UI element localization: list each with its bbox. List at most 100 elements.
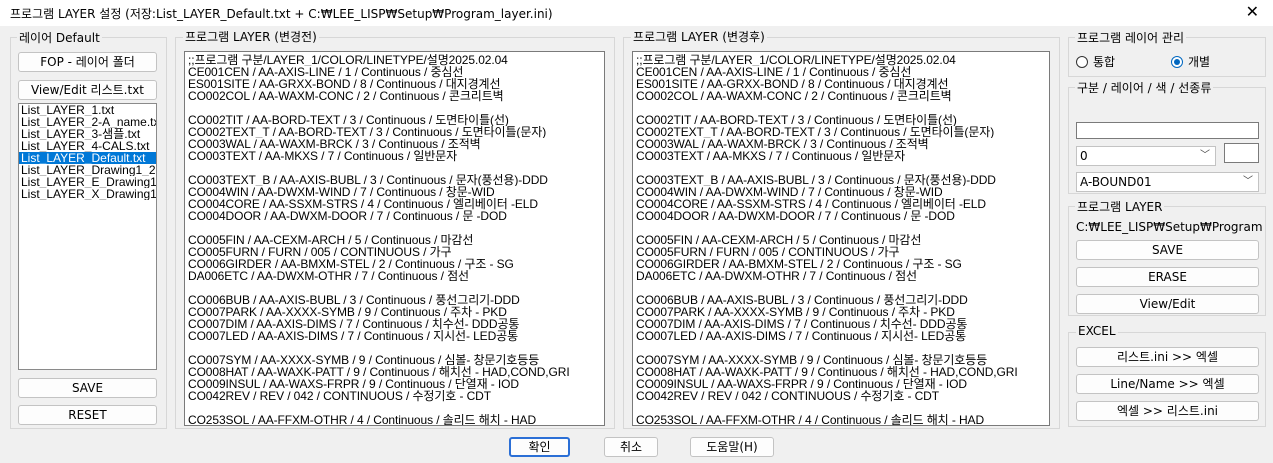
chevron-down-icon: ﹀ <box>1243 176 1253 187</box>
before-title: 프로그램 LAYER (변경전) <box>183 28 319 45</box>
layer-combo-value: A-BOUND01 <box>1080 175 1152 189</box>
after-text-line <box>636 102 1046 114</box>
radio-integrated-label: 통합 <box>1093 55 1116 69</box>
before-text-line: CO007LED / AA-AXIS-DIMS / 7 / Continuous… <box>188 330 519 342</box>
before-text-line <box>188 102 601 114</box>
layer-file-list[interactable]: List_LAYER_1.txt List_LAYER_2-A_name.txt L… <box>18 103 157 370</box>
after-text-line: CO004CORE / AA-SSXM-STRS / 4 / Continuou… <box>636 198 986 210</box>
after-text-line: CO002COL / AA-WAXM-CONC / 2 / Continuous… <box>636 90 952 102</box>
before-text-line: CO006GIRDER / AA-BMXM-STEL / 2 / Continu… <box>188 258 514 270</box>
after-text-line: CO004WIN / AA-DWXM-WIND / 7 / Continuous… <box>636 186 943 198</box>
radio-individual[interactable]: 개별 <box>1171 53 1210 70</box>
window-title: 프로그램 LAYER 설정 (저장:List_LAYER_Default.txt… <box>10 7 553 21</box>
left-save-button[interactable]: SAVE <box>18 378 157 398</box>
file-list-item[interactable]: List_LAYER_X_Drawing1 <box>19 188 156 200</box>
title-bar: 프로그램 LAYER 설정 (저장:List_LAYER_Default.txt… <box>0 0 1273 26</box>
after-text-line <box>636 402 1046 414</box>
layer-combo[interactable]: A-BOUND01 ﹀ <box>1076 172 1259 192</box>
file-list-item[interactable]: List_LAYER_Drawing1_2 <box>19 164 156 176</box>
ok-button[interactable]: 확인 <box>509 437 570 457</box>
program-layer-title: 프로그램 LAYER <box>1075 198 1165 215</box>
help-button[interactable]: 도움말(H) <box>690 437 774 457</box>
before-text-line: CO003WAL / AA-WAXM-BRCK / 3 / Continuous… <box>188 138 481 150</box>
before-text-line: CO005FURN / FURN / 005 / CONTINUOUS / 가구 <box>188 246 452 258</box>
before-text-line <box>188 342 601 354</box>
before-text-line: CO005FIN / AA-CEXM-ARCH / 5 / Continuous… <box>188 234 474 246</box>
before-text-line <box>188 162 601 174</box>
excel-to-list-button[interactable]: 엑셀 >> 리스트.ini <box>1076 401 1259 421</box>
after-text-line: CO007DIM / AA-AXIS-DIMS / 7 / Continuous… <box>636 318 968 330</box>
before-text-line: CO002TEXT_T / AA-BORD-TEXT / 3 / Continu… <box>188 126 547 138</box>
default-layer-title: 레이어 Default <box>17 29 102 46</box>
close-icon[interactable]: ✕ <box>1246 2 1259 21</box>
after-text-line <box>636 282 1046 294</box>
radio-individual-label: 개별 <box>1188 55 1211 69</box>
excel-title: EXCEL <box>1076 324 1118 338</box>
after-text-line: CE001CEN / AA-AXIS-LINE / 1 / Continuous… <box>636 66 912 78</box>
before-text-area[interactable]: ;;프로그램 구분/LAYER_1/COLOR/LINETYPE/설명2025.… <box>184 51 605 426</box>
file-list-item[interactable]: List_LAYER_3-샘플.txt <box>19 128 156 140</box>
after-text-line: CO008HAT / AA-WAXK-PATT / 9 / Continuous… <box>636 366 1018 378</box>
after-text-line: CO005FIN / AA-CEXM-ARCH / 5 / Continuous… <box>636 234 922 246</box>
before-text-line: DA006ETC / AA-DWXM-OTHR / 7 / Continuous… <box>188 270 469 282</box>
after-text-line: CO003TEXT_B / AA-AXIS-BUBL / 3 / Continu… <box>636 174 996 186</box>
file-list-item[interactable]: List_LAYER_1.txt <box>19 104 156 116</box>
after-text-line: DA006ETC / AA-DWXM-OTHR / 7 / Continuous… <box>636 270 917 282</box>
after-text-line: CO007LED / AA-AXIS-DIMS / 7 / Continuous… <box>636 330 967 342</box>
radio-integrated-circle[interactable] <box>1076 55 1088 68</box>
after-text-line: CO006GIRDER / AA-BMXM-STEL / 2 / Continu… <box>636 258 962 270</box>
before-text-line: CE001CEN / AA-AXIS-LINE / 1 / Continuous… <box>188 66 464 78</box>
reset-button[interactable]: RESET <box>18 405 157 425</box>
after-text-line: ;;프로그램 구분/LAYER_1/COLOR/LINETYPE/설명2025.… <box>636 54 956 66</box>
fields-title: 구분 / 레이어 / 색 / 선종류 <box>1075 79 1214 96</box>
manage-title: 프로그램 레이어 관리 <box>1075 29 1186 46</box>
linename-to-excel-button[interactable]: Line/Name >> 엑셀 <box>1076 374 1259 394</box>
before-text-line: CO253SOL / AA-FFXM-OTHR / 4 / Continuous… <box>188 414 537 426</box>
before-text-line: CO002TIT / AA-BORD-TEXT / 3 / Continuous… <box>188 114 509 126</box>
file-list-item[interactable]: List_LAYER_Default.txt <box>19 152 156 164</box>
after-text-line: CO042REV / REV / 042 / CONTINUOUS / 수정기호… <box>636 390 939 402</box>
after-text-line: CO005FURN / FURN / 005 / CONTINUOUS / 가구 <box>636 246 900 258</box>
color-combo-value: 0 <box>1080 149 1088 163</box>
file-list-item[interactable]: List_LAYER_4-CALS.txt <box>19 140 156 152</box>
after-text-line <box>636 222 1046 234</box>
after-text-line: CO006BUB / AA-AXIS-BUBL / 3 / Continuous… <box>636 294 968 306</box>
before-text-line: CO004CORE / AA-SSXM-STRS / 4 / Continuou… <box>188 198 538 210</box>
before-text-line: CO004WIN / AA-DWXM-WIND / 7 / Continuous… <box>188 186 495 198</box>
before-text-line: CO003TEXT_B / AA-AXIS-BUBL / 3 / Continu… <box>188 174 548 186</box>
after-text-line: CO002TEXT_T / AA-BORD-TEXT / 3 / Continu… <box>636 126 995 138</box>
list-to-excel-button[interactable]: 리스트.ini >> 엑셀 <box>1076 347 1259 367</box>
before-text-line <box>188 282 601 294</box>
before-text-line: ES001SITE / AA-GRXX-BOND / 8 / Continuou… <box>188 78 501 90</box>
color-combo[interactable]: 0 ﹀ <box>1076 146 1216 166</box>
before-text-line: ;;프로그램 구분/LAYER_1/COLOR/LINETYPE/설명2025.… <box>188 54 508 66</box>
right-save-button[interactable]: SAVE <box>1076 240 1259 260</box>
before-text-line: CO042REV / REV / 042 / CONTINUOUS / 수정기호… <box>188 390 491 402</box>
color-swatch[interactable] <box>1224 143 1259 163</box>
chevron-down-icon: ﹀ <box>1200 150 1210 161</box>
after-text-line: ES001SITE / AA-GRXX-BOND / 8 / Continuou… <box>636 78 949 90</box>
before-text-line <box>188 402 601 414</box>
view-edit-list-button[interactable]: View/Edit 리스트.txt <box>18 80 157 100</box>
after-text-line <box>636 162 1046 174</box>
cancel-button[interactable]: 취소 <box>604 437 658 457</box>
fop-folder-button[interactable]: FOP - 레이어 폴더 <box>18 52 157 72</box>
right-view-edit-button[interactable]: View/Edit <box>1076 294 1259 314</box>
before-text-line: CO003TEXT / AA-MKXS / 7 / Continuous / 일… <box>188 150 458 162</box>
after-text-area[interactable]: ;;프로그램 구분/LAYER_1/COLOR/LINETYPE/설명2025.… <box>632 51 1050 426</box>
before-text-line: CO007SYM / AA-XXXX-SYMB / 9 / Continuous… <box>188 354 540 366</box>
after-text-line: CO253SOL / AA-FFXM-OTHR / 4 / Continuous… <box>636 414 985 426</box>
file-list-item[interactable]: List_LAYER_2-A_name.txt <box>19 116 156 128</box>
radio-individual-circle[interactable] <box>1171 55 1183 68</box>
program-path-label: C:₩LEE_LISP₩Setup₩Program_layer.ini <box>1076 220 1262 234</box>
after-text-line: CO003TEXT / AA-MKXS / 7 / Continuous / 일… <box>636 150 906 162</box>
erase-button[interactable]: ERASE <box>1076 267 1259 287</box>
after-text-line: CO007PARK / AA-XXXX-SYMB / 9 / Continuou… <box>636 306 955 318</box>
after-text-line <box>636 342 1046 354</box>
radio-integrated[interactable]: 통합 <box>1076 53 1115 70</box>
after-title: 프로그램 LAYER (변경후) <box>631 28 767 45</box>
layer-name-input[interactable] <box>1076 122 1259 139</box>
before-text-line: CO007PARK / AA-XXXX-SYMB / 9 / Continuou… <box>188 306 507 318</box>
file-list-item[interactable]: List_LAYER_E_Drawing1 <box>19 176 156 188</box>
after-text-line: CO002TIT / AA-BORD-TEXT / 3 / Continuous… <box>636 114 957 126</box>
